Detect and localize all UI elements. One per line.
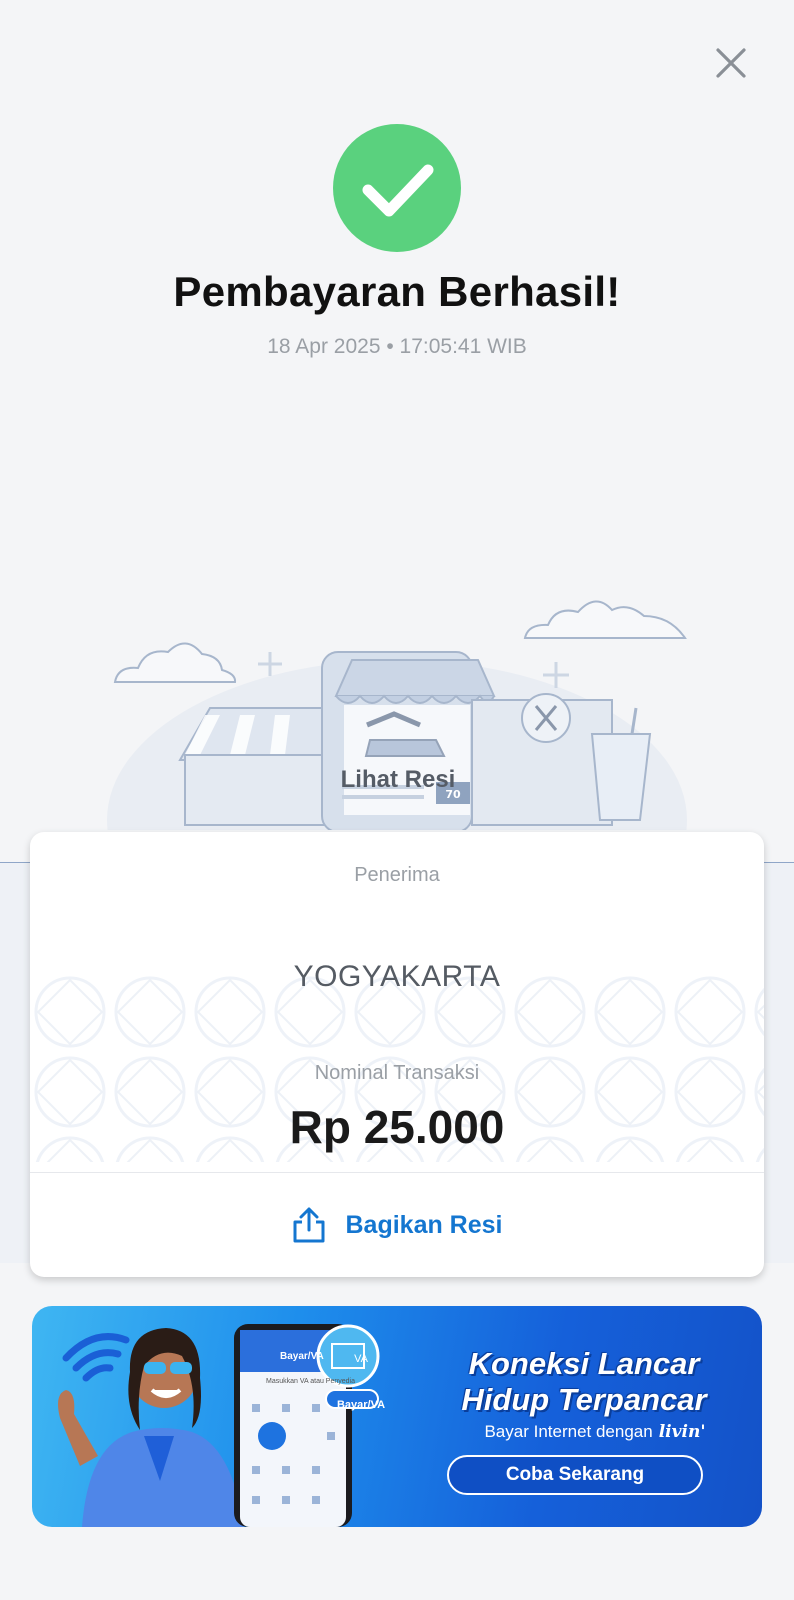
wifi-icon bbox=[62, 1333, 130, 1382]
receipt-card: Penerima YOGYAKARTA Nominal Transaksi Rp… bbox=[30, 832, 764, 1277]
share-icon bbox=[293, 1207, 325, 1243]
banner-phone-header: Bayar/VA bbox=[280, 1351, 324, 1362]
banner-headline-2: Hidup Terpancar bbox=[461, 1382, 707, 1417]
amount-label: Nominal Transaksi bbox=[314, 1062, 480, 1084]
banner-subtitle-text: Bayar Internet dengan bbox=[484, 1422, 653, 1441]
banner-va-label: Bayar/VA bbox=[336, 1399, 386, 1411]
page-title: Pembayaran Berhasil! bbox=[173, 268, 621, 315]
view-receipt-link[interactable]: Lihat Resi bbox=[300, 766, 496, 794]
transaction-datetime: 18 Apr 2025 • 17:05:41 WIB bbox=[267, 335, 527, 358]
amount-value: Rp 25.000 bbox=[289, 1101, 505, 1153]
banner-subtitle: Bayar Internet dengan livin' bbox=[450, 1422, 740, 1442]
banner-phone-search: Masukkan VA atau Penyedia bbox=[266, 1378, 355, 1385]
shop-illustration: 70 bbox=[107, 600, 687, 830]
banner-cta-button[interactable]: Coba Sekarang bbox=[447, 1455, 703, 1495]
check-circle-icon bbox=[333, 124, 461, 252]
close-icon bbox=[716, 48, 746, 78]
banner-brand-logo: livin' bbox=[658, 1422, 706, 1442]
share-receipt-label: Bagikan Resi bbox=[345, 1210, 503, 1239]
promo-banner[interactable]: Bayar/VA Masukkan VA atau Penyedia VA Ba… bbox=[32, 1306, 762, 1527]
banner-va-badge: VA bbox=[354, 1353, 368, 1365]
recipient-label: Penerima bbox=[354, 864, 440, 886]
recipient-value: YOGYAKARTA bbox=[293, 960, 501, 993]
banner-headline-1: Koneksi Lancar bbox=[468, 1346, 700, 1381]
close-button[interactable] bbox=[708, 40, 754, 86]
share-receipt-button[interactable]: Bagikan Resi bbox=[30, 1173, 764, 1277]
